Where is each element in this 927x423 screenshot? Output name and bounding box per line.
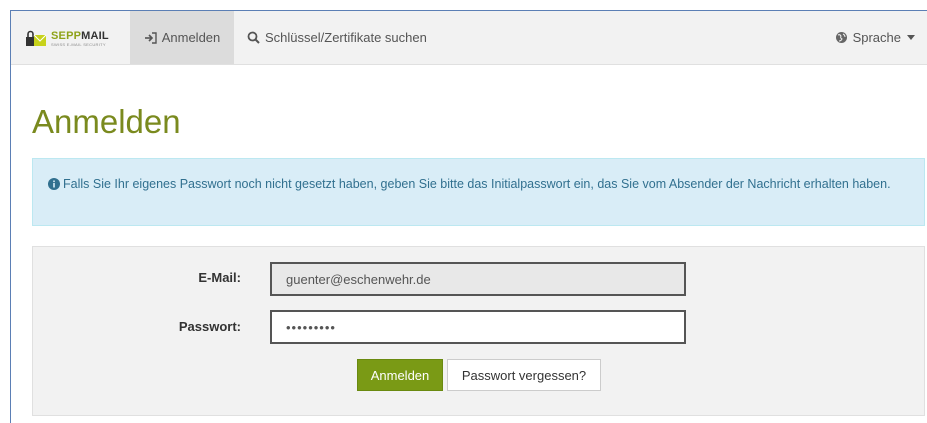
info-circle-icon <box>48 178 60 190</box>
email-field[interactable] <box>270 262 686 296</box>
brand-tagline: SWISS E-MAIL SECURITY <box>51 42 106 47</box>
nav-item-key-search[interactable]: Schlüssel/Zertifikate suchen <box>247 11 427 64</box>
seppmail-logo-icon <box>25 30 47 48</box>
nav-item-login-label: Anmelden <box>161 30 221 45</box>
brand-text: SEPPMAIL SWISS E-MAIL SECURITY <box>51 31 109 47</box>
language-dropdown-label: Sprache <box>852 30 901 45</box>
brand-name-part2: MAIL <box>81 30 109 42</box>
brand-name-part1: SEPP <box>51 30 82 42</box>
password-label: Passwort: <box>178 319 241 334</box>
login-submit-button[interactable]: Anmelden <box>357 359 443 391</box>
login-form: E-Mail: Passwort: Anmelden Passwort verg… <box>32 246 925 416</box>
page-title: Anmelden <box>32 103 181 140</box>
password-field[interactable] <box>270 310 686 344</box>
nav-item-login[interactable]: Anmelden <box>130 11 234 64</box>
brand-logo[interactable]: SEPPMAIL SWISS E-MAIL SECURITY <box>25 28 121 50</box>
sign-in-icon <box>144 31 157 44</box>
browser-content: SEPPMAIL SWISS E-MAIL SECURITY Anmelden <box>10 10 927 423</box>
language-dropdown[interactable]: Sprache <box>835 11 915 64</box>
forgot-password-button[interactable]: Passwort vergessen? <box>447 359 601 391</box>
top-navbar: SEPPMAIL SWISS E-MAIL SECURITY Anmelden <box>11 11 927 65</box>
brand-name: SEPPMAIL <box>51 31 109 42</box>
info-alert: Falls Sie Ihr eigenes Passwort noch nich… <box>32 158 925 226</box>
nav-item-key-search-label: Schlüssel/Zertifikate suchen <box>265 30 427 45</box>
info-alert-text: Falls Sie Ihr eigenes Passwort noch nich… <box>63 177 891 191</box>
search-icon <box>247 31 260 44</box>
caret-down-icon <box>907 35 915 40</box>
email-label: E-Mail: <box>198 270 241 285</box>
globe-icon <box>835 31 848 44</box>
